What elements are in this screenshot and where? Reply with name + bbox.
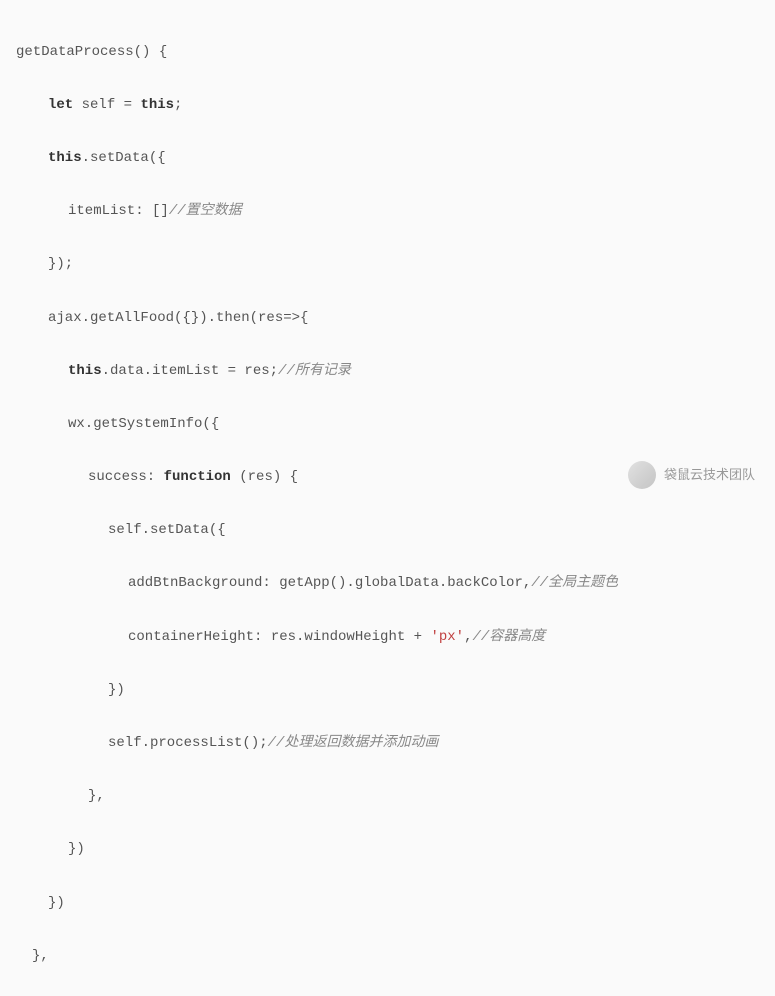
code-line: })	[16, 890, 759, 917]
code-line: })	[16, 677, 759, 704]
code-line: addBtnBackground: getApp().globalData.ba…	[16, 570, 759, 597]
code-block: getDataProcess() { let self = this; this…	[16, 12, 759, 996]
code-line: });	[16, 251, 759, 278]
code-line: let self = this;	[16, 92, 759, 119]
code-line: },	[16, 943, 759, 970]
code-line: this.data.itemList = res;//所有记录	[16, 358, 759, 385]
code-line: self.setData({	[16, 517, 759, 544]
watermark-text: 袋鼠云技术团队	[664, 463, 755, 488]
watermark: 袋鼠云技术团队	[628, 461, 755, 489]
code-line: this.setData({	[16, 145, 759, 172]
avatar-icon	[628, 461, 656, 489]
code-line: ajax.getAllFood({}).then(res=>{	[16, 305, 759, 332]
code-line: },	[16, 783, 759, 810]
code-line: getDataProcess() {	[16, 39, 759, 66]
code-line: })	[16, 836, 759, 863]
code-line: wx.getSystemInfo({	[16, 411, 759, 438]
code-line: containerHeight: res.windowHeight + 'px'…	[16, 624, 759, 651]
code-line: itemList: []//置空数据	[16, 198, 759, 225]
code-line: self.processList();//处理返回数据并添加动画	[16, 730, 759, 757]
